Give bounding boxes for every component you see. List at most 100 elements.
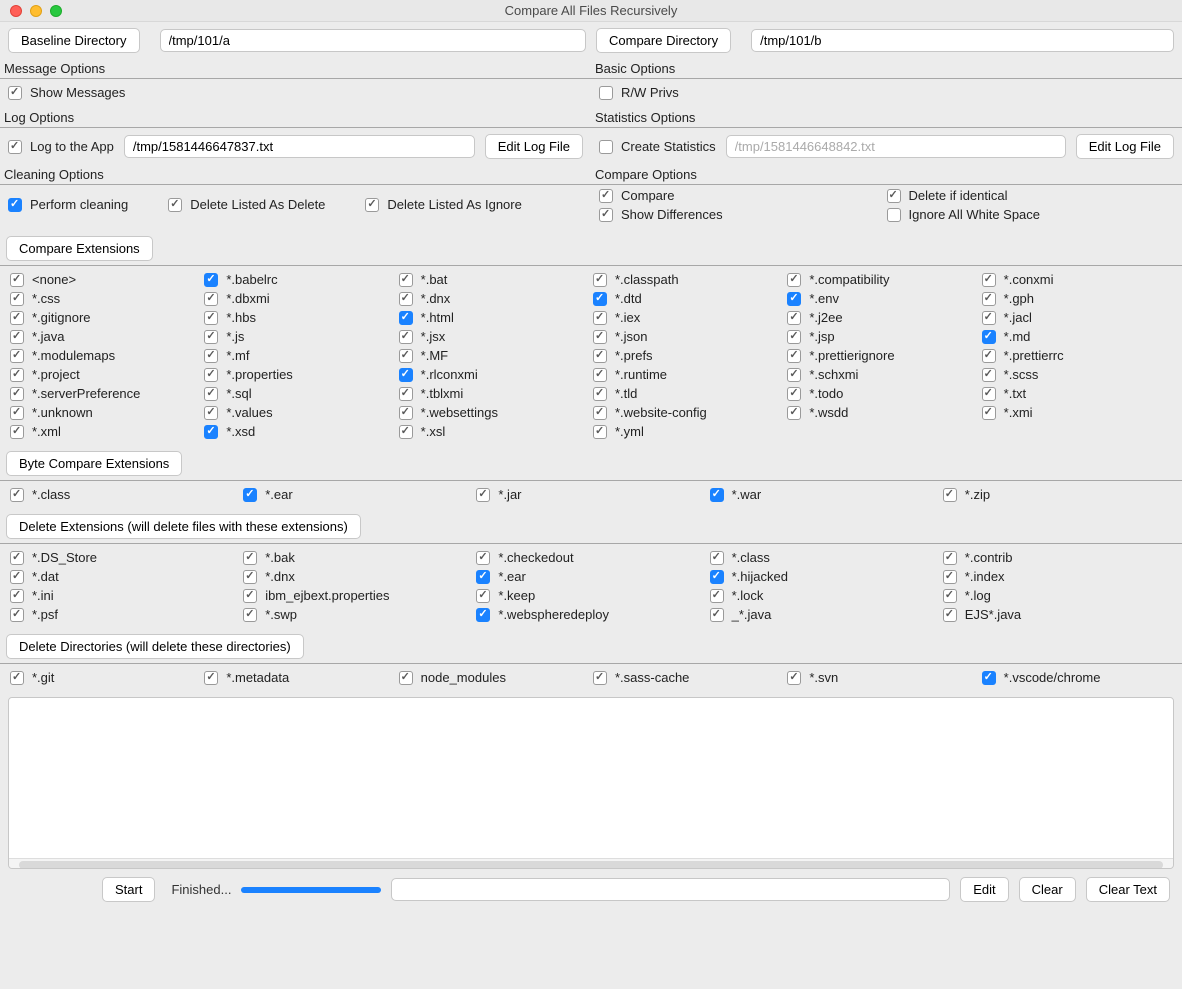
- compare-ext-checkbox[interactable]: [982, 349, 996, 363]
- delete-dir-item[interactable]: *.svn: [785, 668, 979, 687]
- delete-dir-checkbox[interactable]: [593, 671, 607, 685]
- byte-ext-checkbox[interactable]: [710, 488, 724, 502]
- delete-identical-checkbox[interactable]: [887, 189, 901, 203]
- delete-dir-item[interactable]: *.metadata: [202, 668, 396, 687]
- byte-ext-checkbox[interactable]: [243, 488, 257, 502]
- compare-ext-checkbox[interactable]: [593, 273, 607, 287]
- scroll-thumb[interactable]: [19, 861, 1163, 869]
- delete-dir-checkbox[interactable]: [204, 671, 218, 685]
- compare-ext-item[interactable]: *.md: [980, 327, 1174, 346]
- compare-ext-item[interactable]: *.bat: [397, 270, 591, 289]
- delete-ext-item[interactable]: *.hijacked: [708, 567, 941, 586]
- delete-ext-checkbox[interactable]: [476, 608, 490, 622]
- compare-ext-checkbox[interactable]: [10, 368, 24, 382]
- byte-ext-checkbox[interactable]: [10, 488, 24, 502]
- compare-ext-item[interactable]: *.values: [202, 403, 396, 422]
- byte-ext-item[interactable]: *.zip: [941, 485, 1174, 504]
- compare-ext-item[interactable]: *.css: [8, 289, 202, 308]
- delete-ext-checkbox[interactable]: [476, 551, 490, 565]
- compare-ext-checkbox[interactable]: [787, 387, 801, 401]
- compare-ext-item[interactable]: *.schxmi: [785, 365, 979, 384]
- edit-log-file-button[interactable]: Edit Log File: [485, 134, 583, 159]
- create-statistics-checkbox[interactable]: [599, 140, 613, 154]
- compare-ext-checkbox[interactable]: [982, 406, 996, 420]
- delete-ext-checkbox[interactable]: [243, 551, 257, 565]
- compare-ext-item[interactable]: *.env: [785, 289, 979, 308]
- byte-compare-extensions-button[interactable]: Byte Compare Extensions: [6, 451, 182, 476]
- delete-as-delete-checkbox[interactable]: [168, 198, 182, 212]
- delete-dir-checkbox[interactable]: [399, 671, 413, 685]
- compare-ext-item[interactable]: *.prefs: [591, 346, 785, 365]
- perform-cleaning-option[interactable]: Perform cleaning: [8, 189, 128, 220]
- compare-ext-checkbox[interactable]: [10, 311, 24, 325]
- delete-ext-checkbox[interactable]: [943, 589, 957, 603]
- delete-ext-item[interactable]: *.DS_Store: [8, 548, 241, 567]
- compare-ext-item[interactable]: *.js: [202, 327, 396, 346]
- delete-dir-item[interactable]: *.sass-cache: [591, 668, 785, 687]
- byte-ext-item[interactable]: *.ear: [241, 485, 474, 504]
- delete-ext-checkbox[interactable]: [943, 608, 957, 622]
- delete-ext-item[interactable]: *.index: [941, 567, 1174, 586]
- status-input[interactable]: [391, 878, 950, 901]
- delete-ext-checkbox[interactable]: [943, 551, 957, 565]
- compare-ext-checkbox[interactable]: [593, 368, 607, 382]
- baseline-directory-input[interactable]: [160, 29, 587, 52]
- delete-ext-item[interactable]: EJS*.java: [941, 605, 1174, 624]
- compare-directory-input[interactable]: [751, 29, 1174, 52]
- ignore-whitespace-checkbox[interactable]: [887, 208, 901, 222]
- compare-ext-item[interactable]: *.dbxmi: [202, 289, 396, 308]
- compare-ext-item[interactable]: *.modulemaps: [8, 346, 202, 365]
- compare-ext-checkbox[interactable]: [787, 311, 801, 325]
- compare-ext-item[interactable]: *.properties: [202, 365, 396, 384]
- compare-option[interactable]: Compare: [599, 188, 887, 203]
- compare-ext-checkbox[interactable]: [787, 406, 801, 420]
- delete-dir-checkbox[interactable]: [982, 671, 996, 685]
- compare-ext-checkbox[interactable]: [593, 406, 607, 420]
- delete-identical-option[interactable]: Delete if identical: [887, 188, 1175, 203]
- compare-ext-checkbox[interactable]: [399, 292, 413, 306]
- compare-ext-checkbox[interactable]: [787, 368, 801, 382]
- clear-button[interactable]: Clear: [1019, 877, 1076, 902]
- compare-extensions-button[interactable]: Compare Extensions: [6, 236, 153, 261]
- compare-ext-item[interactable]: *.conxmi: [980, 270, 1174, 289]
- perform-cleaning-checkbox[interactable]: [8, 198, 22, 212]
- compare-ext-item[interactable]: *.dnx: [397, 289, 591, 308]
- create-statistics-option[interactable]: Create Statistics: [599, 139, 716, 154]
- log-output-area[interactable]: [8, 697, 1174, 869]
- baseline-directory-button[interactable]: Baseline Directory: [8, 28, 140, 53]
- compare-ext-checkbox[interactable]: [204, 406, 218, 420]
- compare-ext-item[interactable]: *.jacl: [980, 308, 1174, 327]
- delete-ext-item[interactable]: *.bak: [241, 548, 474, 567]
- byte-ext-checkbox[interactable]: [943, 488, 957, 502]
- compare-ext-checkbox[interactable]: [10, 349, 24, 363]
- compare-ext-checkbox[interactable]: [204, 349, 218, 363]
- delete-dir-item[interactable]: node_modules: [397, 668, 591, 687]
- compare-ext-item[interactable]: *.serverPreference: [8, 384, 202, 403]
- delete-ext-checkbox[interactable]: [476, 589, 490, 603]
- show-messages-option[interactable]: Show Messages: [8, 85, 583, 100]
- delete-ext-item[interactable]: *.log: [941, 586, 1174, 605]
- compare-ext-checkbox[interactable]: [204, 311, 218, 325]
- compare-ext-checkbox[interactable]: [982, 387, 996, 401]
- compare-ext-item[interactable]: *.babelrc: [202, 270, 396, 289]
- compare-ext-checkbox[interactable]: [399, 387, 413, 401]
- compare-ext-checkbox[interactable]: [787, 292, 801, 306]
- compare-ext-item[interactable]: *.mf: [202, 346, 396, 365]
- compare-ext-item[interactable]: *.jsx: [397, 327, 591, 346]
- delete-ext-item[interactable]: *.dat: [8, 567, 241, 586]
- compare-ext-item[interactable]: *.classpath: [591, 270, 785, 289]
- delete-ext-item[interactable]: *.contrib: [941, 548, 1174, 567]
- delete-ext-item[interactable]: _*.java: [708, 605, 941, 624]
- compare-ext-checkbox[interactable]: [204, 273, 218, 287]
- compare-ext-item[interactable]: *.tblxmi: [397, 384, 591, 403]
- compare-ext-checkbox[interactable]: [204, 330, 218, 344]
- delete-ext-checkbox[interactable]: [710, 570, 724, 584]
- delete-ext-checkbox[interactable]: [10, 570, 24, 584]
- compare-ext-checkbox[interactable]: [593, 330, 607, 344]
- delete-ext-checkbox[interactable]: [243, 608, 257, 622]
- delete-ext-item[interactable]: *.swp: [241, 605, 474, 624]
- delete-ext-item[interactable]: *.ear: [474, 567, 707, 586]
- edit-stats-file-button[interactable]: Edit Log File: [1076, 134, 1174, 159]
- delete-ext-item[interactable]: *.dnx: [241, 567, 474, 586]
- delete-ext-item[interactable]: *.ini: [8, 586, 241, 605]
